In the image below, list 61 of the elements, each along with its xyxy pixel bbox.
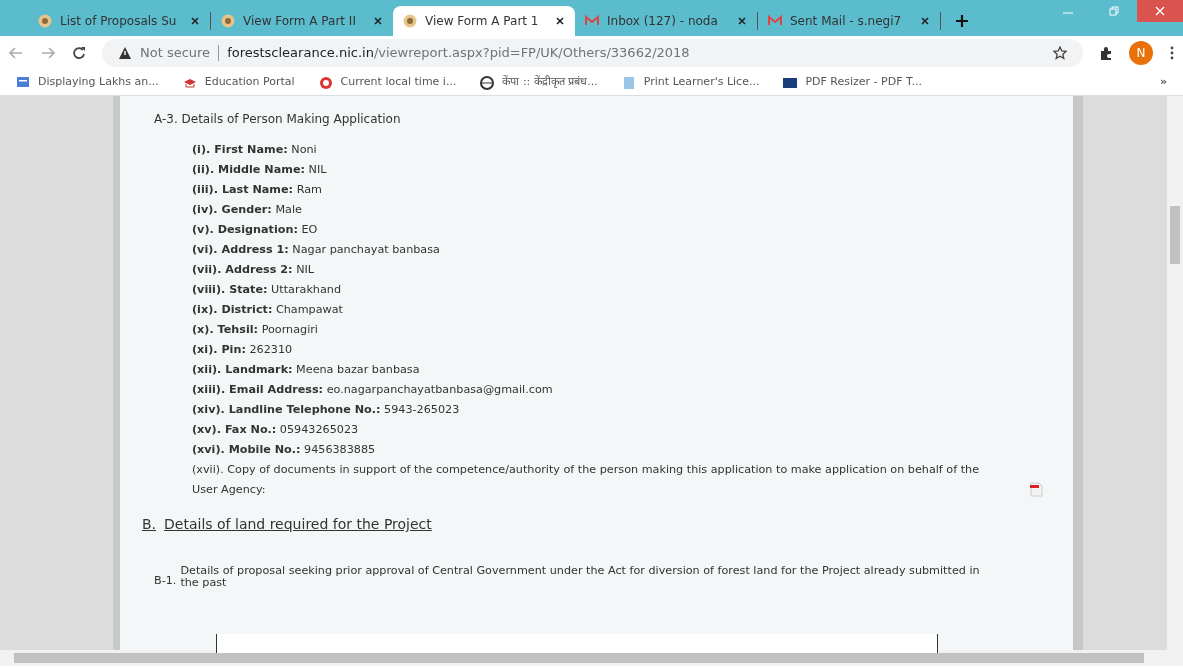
- bookmark-item[interactable]: केंपा :: केंद्रीकृत प्रबंध...: [480, 74, 598, 91]
- menu-icon: [1169, 46, 1175, 60]
- mail-icon: [768, 14, 782, 28]
- star-icon[interactable]: [1053, 46, 1067, 60]
- bookmark-item[interactable]: Displaying Lakhs an...: [16, 74, 159, 91]
- field-row-text: (v). Designation: EO: [192, 222, 319, 238]
- bookmark-item[interactable]: Current local time i...: [318, 74, 457, 91]
- section-heading: A-3. Details of Person Making Application: [154, 111, 402, 128]
- browser-tab[interactable]: Sent Mail - s.negi7: [758, 6, 940, 36]
- emblem-icon: [221, 14, 235, 28]
- puzzle-icon[interactable]: [1099, 46, 1113, 60]
- section-marker: B.: [142, 515, 157, 534]
- bookmark-item[interactable]: Print Learner's Lice...: [621, 74, 760, 91]
- scrollbar-thumb[interactable]: [1170, 206, 1180, 264]
- field-row-text: (xvi). Mobile No.: 9456383885: [192, 442, 377, 458]
- close-icon: [920, 16, 930, 26]
- field-row-text: (iv). Gender: Male: [192, 202, 303, 218]
- field-row-text: (ix). District: Champawat: [192, 302, 344, 318]
- reload-icon: [72, 46, 86, 60]
- emblem-icon: [403, 14, 417, 28]
- field-row-text: (iii). Last Name: Ram: [192, 182, 323, 198]
- field-row-text: (viii). State: Uttarakhand: [192, 282, 342, 298]
- bookmark-item[interactable]: PDF Resizer - PDF T...: [783, 74, 922, 91]
- warning-icon: [118, 46, 132, 60]
- new-tab-icon[interactable]: [955, 14, 969, 28]
- field-row-text: (vii). Address 2: NIL: [192, 262, 316, 278]
- bookmark-item[interactable]: Education Portal: [182, 74, 295, 91]
- forward-arrow-icon: [40, 46, 56, 60]
- field-row-text: (xii). Landmark: Meena bazar banbasa: [192, 362, 421, 378]
- field-row-text: (vi). Address 1: Nagar panchayat banbasa: [192, 242, 441, 258]
- address-field[interactable]: Not secure forestsclearance.nic.in/viewreport.aspx?pid=FP/UK/Others/33662/2018: [102, 39, 1083, 67]
- document-label: (xvii). Copy of documents in support of the competence/authority of the person making this application to make application on behalf of the User Agency:: [192, 462, 981, 498]
- subsection-text: Details of proposal seeking prior approval of Central Government under the Act for diversion of forest land for the Project already submitted in the past: [180, 565, 981, 590]
- emblem-icon: [38, 14, 52, 28]
- browser-tab[interactable]: Inbox (127) - noda: [575, 6, 757, 36]
- restore-icon: [1109, 6, 1119, 16]
- close-window-button[interactable]: [1137, 0, 1183, 22]
- field-row-text: (x). Tehsil: Poornagiri: [192, 322, 319, 338]
- field-row-text: (ii). Middle Name: NIL: [192, 162, 328, 178]
- browser-tab[interactable]: View Form A Part 1: [393, 6, 575, 36]
- close-icon: [190, 16, 200, 26]
- mail-icon: [585, 14, 599, 28]
- subsection-number: B-1.: [154, 573, 177, 589]
- close-icon: [1155, 6, 1165, 16]
- close-icon: [737, 16, 747, 26]
- browser-tab[interactable]: View Form A Part II: [211, 6, 393, 36]
- more-bookmarks-button[interactable]: »: [1159, 74, 1167, 91]
- security-label: Not secure: [140, 44, 211, 63]
- close-icon: [373, 16, 383, 26]
- vertical-scrollbar[interactable]: [1167, 96, 1183, 650]
- field-row-text: (xv). Fax No.: 05943265023: [192, 422, 360, 438]
- scrollbar-thumb[interactable]: [14, 653, 1144, 663]
- field-row-text: (i). First Name: Noni: [192, 142, 318, 158]
- url-text: forestsclearance.nic.in/viewreport.aspx?pid=FP/UK/Others/33662/2018: [227, 44, 690, 63]
- back-arrow-icon: [8, 46, 24, 60]
- field-row-text: (xi). Pin: 262310: [192, 342, 294, 358]
- field-row-text: (xiv). Landline Telephone No.: 5943-265023: [192, 402, 461, 418]
- browser-tab[interactable]: List of Proposals Su: [28, 6, 210, 36]
- close-icon: [555, 16, 565, 26]
- field-row-text: (xiii). Email Address: eo.nagarpanchayatbanbasa@gmail.com: [192, 382, 554, 398]
- section-heading: Details of land required for the Project: [164, 515, 432, 534]
